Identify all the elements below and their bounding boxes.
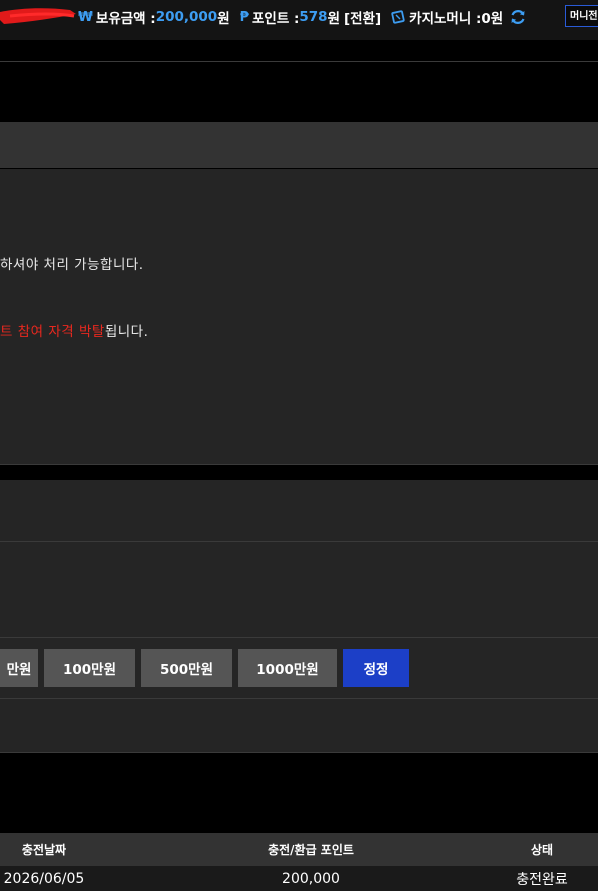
divider — [0, 464, 598, 465]
money-transfer-button[interactable]: 머니전 — [565, 5, 598, 27]
amount-button-1000[interactable]: 1000만원 — [238, 649, 337, 687]
point-unit: 원 — [327, 11, 340, 27]
header-charge-points: 충전/환급 포인트 — [268, 843, 354, 857]
table-row: 2026/06/05 200,000 충전완료 — [0, 866, 598, 891]
header-status: 상태 — [530, 843, 554, 857]
header-charge-date: 충전날짜 — [21, 843, 67, 857]
correct-button[interactable]: 정정 — [343, 649, 409, 687]
row-points: 200,000 — [282, 870, 340, 887]
refresh-icon[interactable] — [509, 8, 527, 26]
casino-money-value: 0원 — [481, 11, 504, 27]
history-table-header: 충전날짜 충전/환급 포인트 상태 — [0, 833, 598, 866]
amount-button-100[interactable]: 100만원 — [44, 649, 135, 687]
notice-line-2-rest: 됩니다. — [104, 324, 149, 340]
casino-chip-icon — [391, 10, 405, 24]
balance-value: 200,000 — [155, 9, 218, 25]
form-row-1 — [0, 480, 598, 541]
top-bar: ₩ 보유금액 : 200,000 원 ₱ 포인트 : 578 원 [전환] 카지… — [0, 0, 598, 40]
notice-line-2: 트 참여 자격 박탈됩니다. — [0, 320, 148, 340]
won-icon: ₩ — [78, 9, 93, 25]
amount-button-partial[interactable]: 만원 — [0, 649, 38, 687]
panel-header — [0, 122, 598, 168]
form-row-2 — [0, 542, 598, 637]
divider — [0, 61, 598, 62]
notice-warning-text: 트 참여 자격 박탈 — [0, 324, 105, 340]
notice-panel: 하셔야 처리 가능합니다. 트 참여 자격 박탈됩니다. — [0, 169, 598, 464]
point-value: 578 — [299, 9, 328, 25]
red-scribble-mark — [0, 8, 76, 24]
form-row-4 — [0, 699, 598, 752]
divider — [0, 752, 598, 753]
peso-point-icon: ₱ — [239, 9, 250, 25]
casino-money-label: 카지노머니 : — [409, 11, 482, 27]
row-status: 충전완료 — [516, 871, 568, 888]
balance-label: 보유금액 : — [95, 11, 156, 27]
notice-line-1: 하셔야 처리 가능합니다. — [0, 257, 144, 273]
point-label: 포인트 : — [252, 11, 300, 27]
row-date: 2026/06/05 — [3, 870, 85, 887]
amount-button-500[interactable]: 500만원 — [141, 649, 232, 687]
point-convert-link[interactable]: [전환] — [344, 7, 381, 27]
balance-unit: 원 — [217, 11, 230, 27]
wallet-summary: ₩ 보유금액 : 200,000 원 ₱ 포인트 : 578 원 [전환] 카지… — [78, 7, 527, 27]
